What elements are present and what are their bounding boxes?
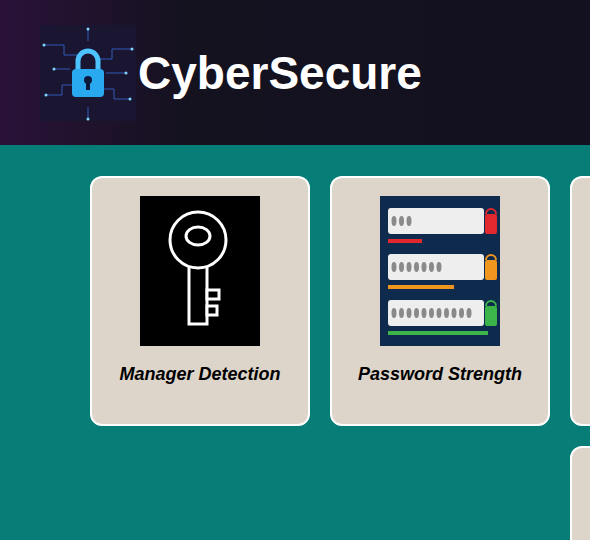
page: CyberSecure Manager Detection Password Str… — [0, 0, 590, 540]
feature-card[interactable] — [570, 446, 590, 540]
card-label: Manager Detection — [115, 364, 284, 385]
key-icon — [140, 196, 260, 346]
feature-card[interactable]: Password Strength — [330, 176, 550, 426]
site-title: CyberSecure — [138, 46, 422, 100]
feature-card[interactable]: Manager Detection — [90, 176, 310, 426]
password-strength-icon — [380, 196, 500, 346]
card-grid: Manager Detection Password Strength — [0, 145, 590, 540]
header: CyberSecure — [0, 0, 590, 145]
feature-card[interactable] — [570, 176, 590, 426]
card-label: Password Strength — [354, 364, 526, 385]
lock-logo-icon — [40, 25, 136, 121]
